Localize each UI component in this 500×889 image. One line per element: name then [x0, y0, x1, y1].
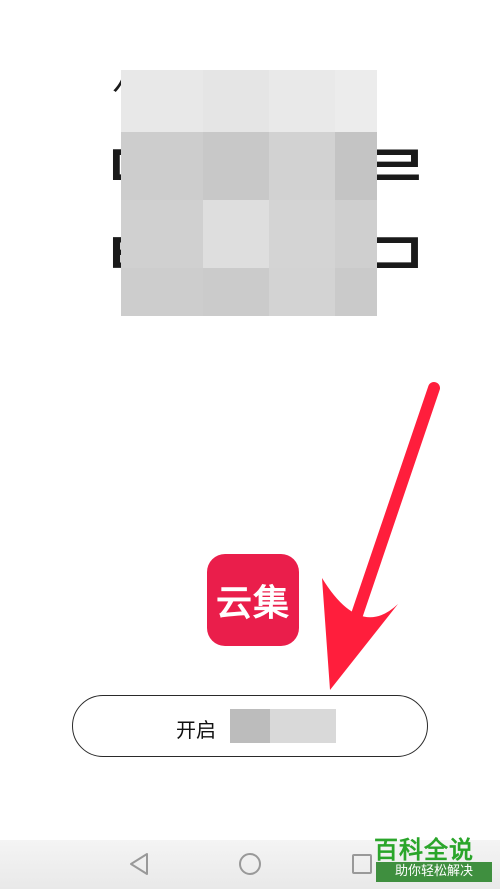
watermark: 百科全说 助你轻松解决 [374, 830, 496, 886]
recent-apps-square-icon[interactable] [352, 854, 372, 874]
watermark-title: 百科全说 [374, 836, 474, 864]
back-triangle-icon[interactable] [128, 852, 150, 876]
pixelated-mosaic [121, 70, 377, 316]
logo-text: 云集 [215, 583, 290, 624]
watermark-subtitle: 助你轻松解决 [376, 862, 492, 882]
welcome-text-area: 乍 ᄆ ᄐ ᄅ ᄆ [0, 0, 500, 360]
app-logo: 云集 [207, 554, 299, 646]
button-label-mosaic [270, 709, 336, 743]
button-label-mosaic [230, 709, 270, 743]
open-button-label: 开启 [176, 718, 216, 742]
home-circle-icon[interactable] [239, 853, 261, 875]
